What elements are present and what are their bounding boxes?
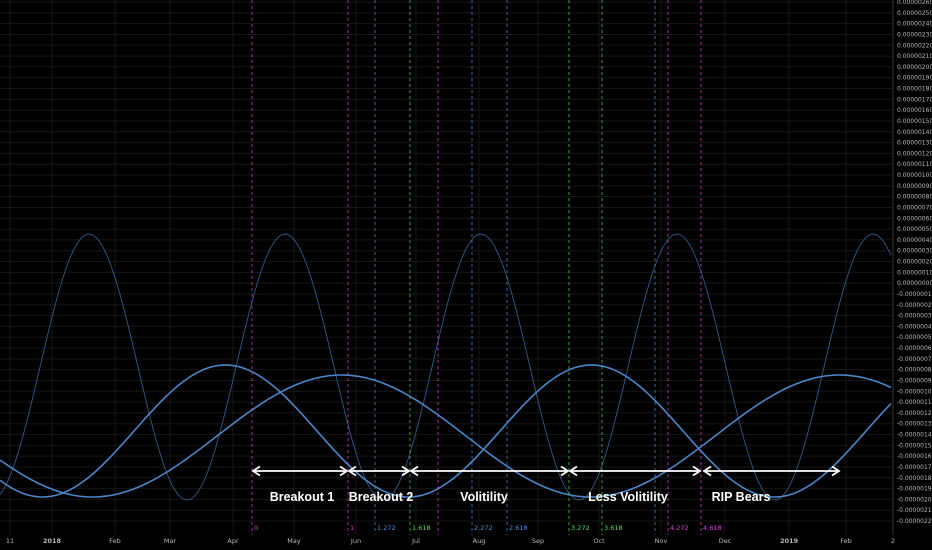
y-tick-label: 0.00000210 — [897, 53, 932, 60]
y-tick-label: -0.00000210 — [897, 507, 932, 514]
annotation-label: RIP Bears — [712, 490, 771, 504]
time-zone-label: 2.272 — [474, 524, 493, 532]
y-tick-label: 0.00000000 — [897, 280, 932, 287]
y-tick-label: -0.00000220 — [897, 518, 932, 525]
y-tick-label: -0.00000070 — [897, 356, 932, 363]
y-tick-label: 0.00000100 — [897, 172, 932, 179]
y-tick-label: 0.00000010 — [897, 269, 932, 276]
y-tick-label: 0.00000200 — [897, 64, 932, 71]
x-tick-label: Apr — [227, 537, 239, 545]
y-tick-label: 0.00000120 — [897, 150, 932, 157]
x-tick-label: Oct — [593, 537, 605, 545]
y-tick-label: 0.00000220 — [897, 42, 932, 49]
y-tick-label: -0.00000080 — [897, 367, 932, 374]
y-tick-label: 0.00000180 — [897, 86, 932, 93]
y-tick-label: 0.00000140 — [897, 129, 932, 136]
y-tick-label: 0.00000020 — [897, 259, 932, 266]
x-tick-label: 2019 — [780, 537, 799, 545]
y-tick-label: 0.00000170 — [897, 96, 932, 103]
y-tick-label: 0.00000130 — [897, 140, 932, 147]
y-tick-label: 0.00000240 — [897, 21, 932, 28]
y-tick-label: 0.00000060 — [897, 215, 932, 222]
x-tick-label: May — [287, 537, 301, 545]
y-tick-label: -0.00000180 — [897, 475, 932, 482]
x-tick-label: 11 — [6, 537, 14, 545]
time-zone-label: 3.618 — [604, 524, 623, 532]
x-tick-label: Feb — [840, 537, 852, 545]
y-tick-label: -0.00000010 — [897, 291, 932, 298]
y-tick-label: -0.00000200 — [897, 496, 932, 503]
cycle-curve-short — [0, 233, 892, 501]
time-zone-label: 1.618 — [412, 524, 431, 532]
y-tick-label: -0.00000190 — [897, 486, 932, 493]
y-tick-label: -0.00000100 — [897, 388, 932, 395]
y-tick-label: -0.00000050 — [897, 334, 932, 341]
x-tick-label: Feb — [109, 537, 121, 545]
x-tick-label: Jun — [350, 537, 361, 545]
x-tick-label: 2018 — [43, 537, 62, 545]
y-tick-label: -0.00000020 — [897, 302, 932, 309]
x-tick-label: Aug — [473, 537, 486, 545]
time-zone-label: 0 — [254, 524, 258, 532]
y-tick-label: 0.00000260 — [897, 0, 932, 6]
y-tick-label: 0.00000150 — [897, 118, 932, 125]
x-tick-label: Nov — [655, 537, 668, 545]
y-tick-label: -0.00000130 — [897, 421, 932, 428]
grid — [0, 0, 894, 535]
cycle-curve-mid — [0, 364, 892, 498]
y-tick-label: -0.00000160 — [897, 453, 932, 460]
y-tick-label: 0.00000190 — [897, 75, 932, 82]
y-tick-label: -0.00000060 — [897, 345, 932, 352]
annotation-label: Breakout 1 — [270, 490, 335, 504]
time-zone-label: 2.618 — [509, 524, 528, 532]
y-tick-label: 0.00000030 — [897, 248, 932, 255]
y-tick-label: 0.00000110 — [897, 161, 932, 168]
x-axis: 11 2018 Feb Mar Apr May Jun Jul Aug Sep Oct Nov Dec 2… — [6, 537, 895, 545]
x-tick-label: Dec — [719, 537, 732, 545]
time-zone-label: 4.272 — [670, 524, 689, 532]
y-tick-label: 0.00000080 — [897, 194, 932, 201]
chart-canvas: 4.618(0.00002286)4.272(0.00002147)3.272(… — [0, 0, 932, 545]
x-tick-label: Mar — [164, 537, 177, 545]
time-zone-label: 1.272 — [377, 524, 396, 532]
annotation-label: Less Volitility — [588, 490, 668, 504]
annotations: Breakout 1 Breakout 2 Volitility Less Volit… — [251, 465, 841, 504]
x-tick-label: Jul — [411, 537, 420, 545]
y-tick-label: 0.00000090 — [897, 183, 932, 190]
fib-time-zones: 0 1 1.272 1.618 2.272 2.618 3.272 3.618 4.272 4.6… — [251, 0, 722, 535]
y-tick-label: -0.00000140 — [897, 432, 932, 439]
y-tick-label: 0.00000040 — [897, 237, 932, 244]
y-tick-label: 0.00000050 — [897, 226, 932, 233]
time-zone-label: 4.618 — [703, 524, 722, 532]
x-tick-label: Sep — [532, 537, 544, 545]
y-tick-label: 0.00000070 — [897, 204, 932, 211]
cycle-curves — [0, 233, 892, 501]
x-tick-label: 2 — [891, 537, 895, 545]
time-zone-label: 1 — [350, 524, 354, 532]
y-tick-label: -0.00000110 — [897, 399, 932, 406]
y-tick-label: 0.00000230 — [897, 31, 932, 38]
annotation-label: Breakout 2 — [349, 490, 414, 504]
y-tick-label: -0.00000170 — [897, 464, 932, 471]
y-tick-label: -0.00000030 — [897, 313, 932, 320]
y-tick-label: -0.00000040 — [897, 323, 932, 330]
y-tick-label: -0.00000120 — [897, 410, 932, 417]
chart: 4.618(0.00002286)4.272(0.00002147)3.272(… — [0, 0, 932, 550]
y-axis: -0.00000220 -0.00000210 -0.00000200 -0.0000… — [892, 0, 932, 535]
y-tick-label: -0.00000090 — [897, 377, 932, 384]
y-tick-label: -0.00000150 — [897, 442, 932, 449]
y-tick-label: 0.00000250 — [897, 10, 932, 17]
time-zone-label: 3.272 — [571, 524, 590, 532]
y-tick-label: 0.00000160 — [897, 107, 932, 114]
annotation-label: Volitility — [460, 490, 508, 504]
